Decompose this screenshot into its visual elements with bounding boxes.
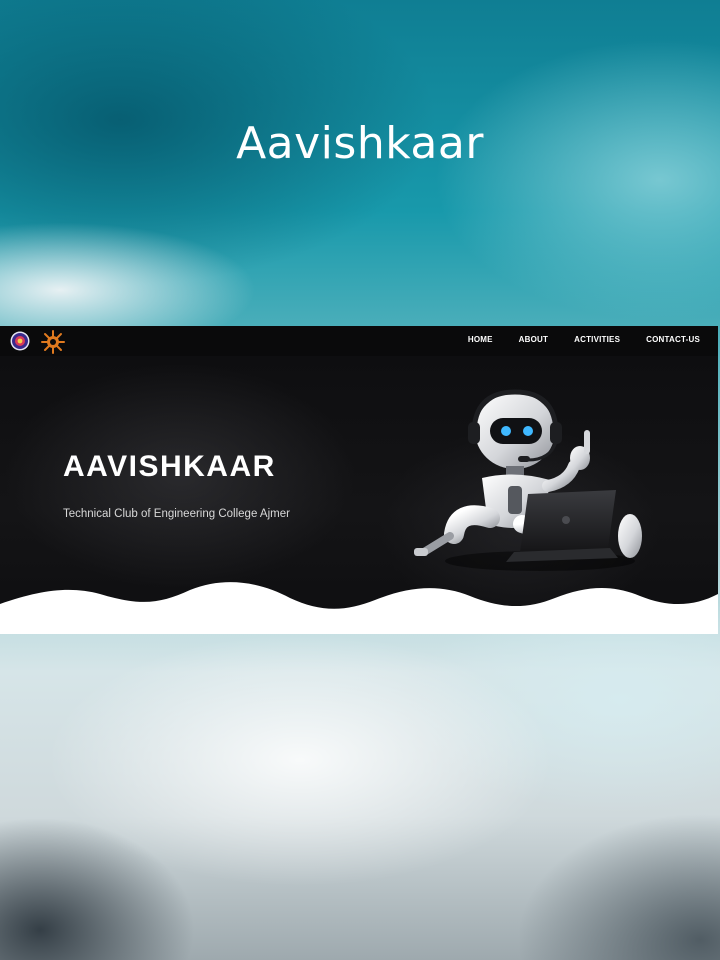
- nav-links: HOME ABOUT ACTIVITIES CONTACT-US: [468, 335, 700, 344]
- blurred-backdrop: Aavishkaar HOME ABOUT ACTIVITIES CONTACT…: [0, 0, 720, 960]
- nav-link-about[interactable]: ABOUT: [519, 335, 548, 344]
- website-screenshot: HOME ABOUT ACTIVITIES CONTACT-US AAVISHK…: [0, 326, 718, 634]
- wave-divider: [0, 582, 718, 634]
- club-sun-gear-icon[interactable]: [40, 329, 66, 355]
- robot-with-laptop-icon: [414, 389, 642, 571]
- page-title: Aavishkaar: [236, 118, 484, 169]
- nav-link-home[interactable]: HOME: [468, 335, 493, 344]
- hero-section: HOME ABOUT ACTIVITIES CONTACT-US AAVISHK…: [0, 326, 718, 634]
- college-emblem-icon[interactable]: [10, 331, 30, 351]
- hero-subtitle: Technical Club of Engineering College Aj…: [63, 508, 290, 520]
- nav-link-contact-us[interactable]: CONTACT-US: [646, 335, 700, 344]
- nav-link-activities[interactable]: ACTIVITIES: [574, 335, 620, 344]
- hero-title: AAVISHKAAR: [63, 450, 276, 483]
- site-navbar: HOME ABOUT ACTIVITIES CONTACT-US: [0, 326, 718, 356]
